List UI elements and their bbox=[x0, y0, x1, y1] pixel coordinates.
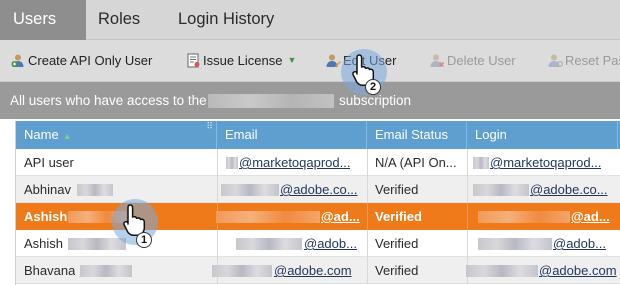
toolbar: Create API Only User Issue License ▼ Edi… bbox=[0, 40, 620, 82]
row-name: Ashish bbox=[24, 209, 68, 224]
column-header-email[interactable]: Email bbox=[217, 121, 367, 149]
row-email[interactable]: @adob... bbox=[304, 230, 357, 257]
row-email-status: N/A (API On... bbox=[375, 155, 457, 170]
table-row[interactable]: Abhinav @adobe.co... Verified @adobe.co.… bbox=[16, 176, 620, 203]
reset-password-button[interactable]: Reset Pas bbox=[548, 40, 620, 80]
redacted-login-prefix bbox=[473, 184, 529, 196]
row-email[interactable]: @marketoqaprod... bbox=[239, 149, 350, 176]
issue-license-label: Issue License bbox=[203, 52, 283, 68]
redacted-email-prefix bbox=[226, 157, 238, 169]
tab-bar: Users Roles Login History bbox=[0, 0, 620, 40]
row-name: Abhinav bbox=[24, 182, 71, 197]
users-table: Name ▲ ⠿ Email Email Status Login API use… bbox=[15, 121, 620, 285]
tab-login-history[interactable]: Login History bbox=[165, 0, 287, 40]
create-api-user-button[interactable]: Create API Only User bbox=[11, 40, 152, 80]
row-login[interactable]: @marketoqaprod... bbox=[490, 149, 601, 176]
delete-user-button[interactable]: Delete User bbox=[430, 40, 516, 80]
reset-password-icon bbox=[548, 53, 564, 68]
click-badge-1: 1 bbox=[136, 232, 152, 248]
redacted-surname bbox=[80, 265, 132, 277]
click-marker-2: 2 bbox=[341, 49, 387, 95]
row-email[interactable]: @adobe.com bbox=[274, 257, 352, 284]
reset-password-label: Reset Pas bbox=[565, 52, 620, 68]
row-email[interactable]: @ad... bbox=[321, 203, 360, 230]
redacted-surname bbox=[77, 184, 113, 196]
row-login[interactable]: @adobe.co... bbox=[530, 176, 608, 203]
row-login[interactable]: @ad... bbox=[571, 203, 610, 230]
column-header-email-status[interactable]: Email Status bbox=[367, 121, 467, 149]
resize-grip-icon[interactable]: ⠿ bbox=[206, 112, 213, 140]
click-marker-1: 1 bbox=[112, 199, 158, 248]
column-name-label: Name bbox=[24, 127, 59, 142]
delete-user-label: Delete User bbox=[447, 52, 516, 68]
delete-user-icon bbox=[430, 53, 445, 68]
redacted-email-prefix bbox=[221, 184, 279, 196]
row-email-status: Verified bbox=[375, 209, 422, 224]
redacted-email-prefix bbox=[212, 265, 272, 277]
subscription-banner: All users who have access to the subscri… bbox=[0, 82, 620, 119]
column-header-login[interactable]: Login bbox=[467, 121, 618, 149]
redacted-login-prefix bbox=[478, 238, 552, 250]
row-login[interactable]: @adob... bbox=[553, 230, 606, 257]
edit-user-icon bbox=[326, 53, 341, 68]
row-email-status: Verified bbox=[375, 182, 419, 197]
dropdown-caret-icon[interactable]: ▼ bbox=[288, 55, 297, 65]
table-row[interactable]: Bhavana @adobe.com Verified @adobe.com bbox=[16, 257, 620, 284]
row-name: Ashish bbox=[24, 236, 64, 251]
table-row-selected[interactable]: Ashish @ad... Verified @ad... bbox=[16, 203, 620, 230]
row-login[interactable]: @adobe.com bbox=[539, 257, 617, 284]
row-email[interactable]: @adobe.co... bbox=[280, 176, 358, 203]
redacted-email-prefix bbox=[216, 211, 320, 223]
license-icon bbox=[186, 53, 201, 68]
tab-users[interactable]: Users bbox=[0, 0, 86, 40]
row-email-status: Verified bbox=[375, 236, 419, 251]
issue-license-button[interactable]: Issue License ▼ bbox=[186, 40, 296, 80]
redacted-login-prefix bbox=[478, 211, 570, 223]
redacted-email-prefix bbox=[236, 238, 302, 250]
banner-prefix: All users who have access to the bbox=[10, 93, 207, 108]
table-row[interactable]: API user @marketoqaprod... N/A (API On..… bbox=[16, 149, 620, 176]
click-badge-2: 2 bbox=[365, 79, 381, 95]
tab-roles[interactable]: Roles bbox=[85, 0, 153, 40]
column-header-name[interactable]: Name ▲ ⠿ bbox=[16, 121, 217, 149]
add-user-icon bbox=[11, 53, 26, 68]
row-name: Bhavana bbox=[24, 263, 76, 278]
row-name: API user bbox=[24, 155, 74, 170]
redacted-subscription-name bbox=[208, 94, 334, 108]
redacted-login-prefix bbox=[466, 265, 538, 277]
sort-ascending-icon: ▲ bbox=[62, 131, 72, 141]
table-row[interactable]: Ashish @adob... Verified @adob... bbox=[16, 230, 620, 257]
table-header: Name ▲ ⠿ Email Email Status Login bbox=[16, 121, 620, 149]
row-email-status: Verified bbox=[375, 263, 419, 278]
create-api-user-label: Create API Only User bbox=[28, 52, 153, 68]
redacted-login-prefix bbox=[473, 157, 489, 169]
